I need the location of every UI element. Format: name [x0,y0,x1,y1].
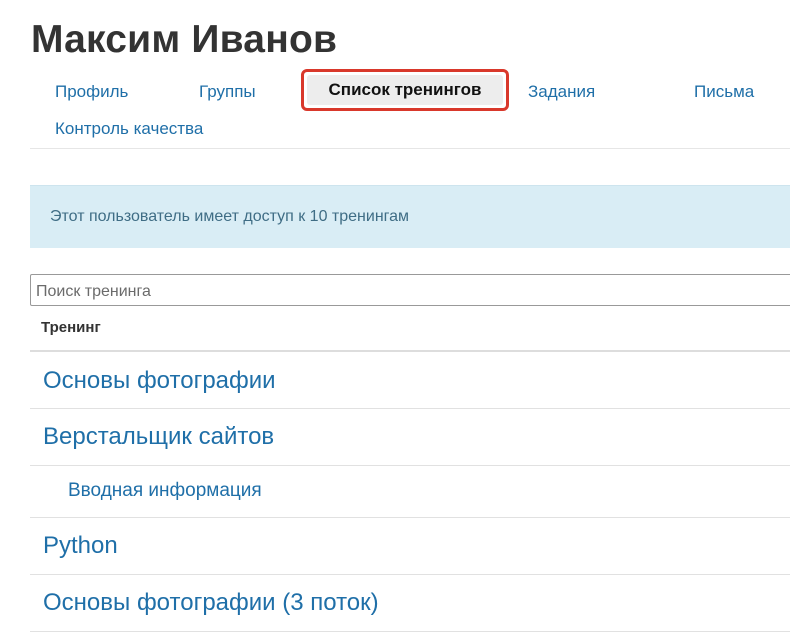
tab-bar: Профиль Группы Список тренингов Задания … [30,68,790,149]
training-link[interactable]: Верстальщик сайтов [43,423,274,451]
training-sublink[interactable]: Вводная информация [68,480,262,502]
training-link[interactable]: Основы фотографии (3 поток) [43,589,379,617]
tab-groups[interactable]: Группы [199,82,256,102]
training-link[interactable]: Python [43,532,118,560]
table-row: Основы фотографии (3 поток) [30,575,790,632]
table-row: Верстальщик сайтов [30,409,790,466]
tab-letters[interactable]: Письма [694,82,754,102]
tab-trainings-highlight[interactable]: Список тренингов [301,69,509,111]
tab-profile[interactable]: Профиль [55,82,128,102]
tab-tasks[interactable]: Задания [528,82,595,102]
table-header: Тренинг [30,306,790,352]
column-header-training: Тренинг [41,319,101,336]
page-title: Максим Иванов [31,18,338,61]
table-row: Вводная информация [30,466,790,518]
access-info-text: Этот пользователь имеет доступ к 10 трен… [50,208,410,225]
training-search-input[interactable] [30,274,790,306]
access-info-alert: Этот пользователь имеет доступ к 10 трен… [30,185,790,248]
training-link[interactable]: Основы фотографии [43,367,276,395]
tab-quality-control[interactable]: Контроль качества [55,119,203,139]
table-row: Основы фотографии [30,352,790,409]
tab-trainings[interactable]: Список тренингов [307,75,503,105]
table-row: Python [30,518,790,575]
